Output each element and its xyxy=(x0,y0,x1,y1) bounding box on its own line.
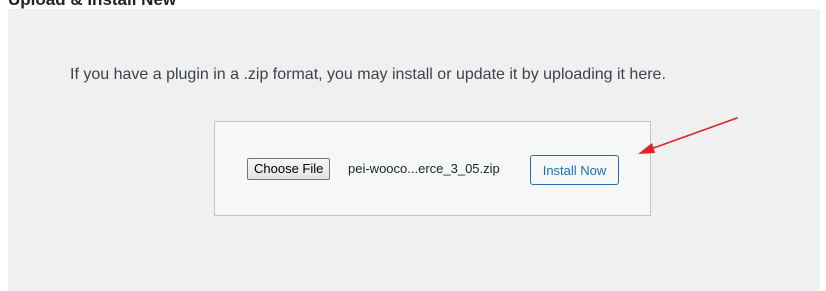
red-arrow-icon xyxy=(638,117,738,154)
upload-plugin-page: Upload & Install New If you have a plugi… xyxy=(0,0,826,291)
arrow-head xyxy=(638,143,655,154)
arrow-shaft xyxy=(647,117,738,151)
choose-file-button[interactable]: Choose File xyxy=(247,158,331,180)
install-now-button[interactable]: Install Now xyxy=(530,155,619,185)
selected-file-name: pei-wooco...erce_3_05.zip xyxy=(348,161,500,176)
page-heading: Upload & Install New xyxy=(8,0,176,9)
upload-instructions: If you have a plugin in a .zip format, y… xyxy=(70,66,666,83)
